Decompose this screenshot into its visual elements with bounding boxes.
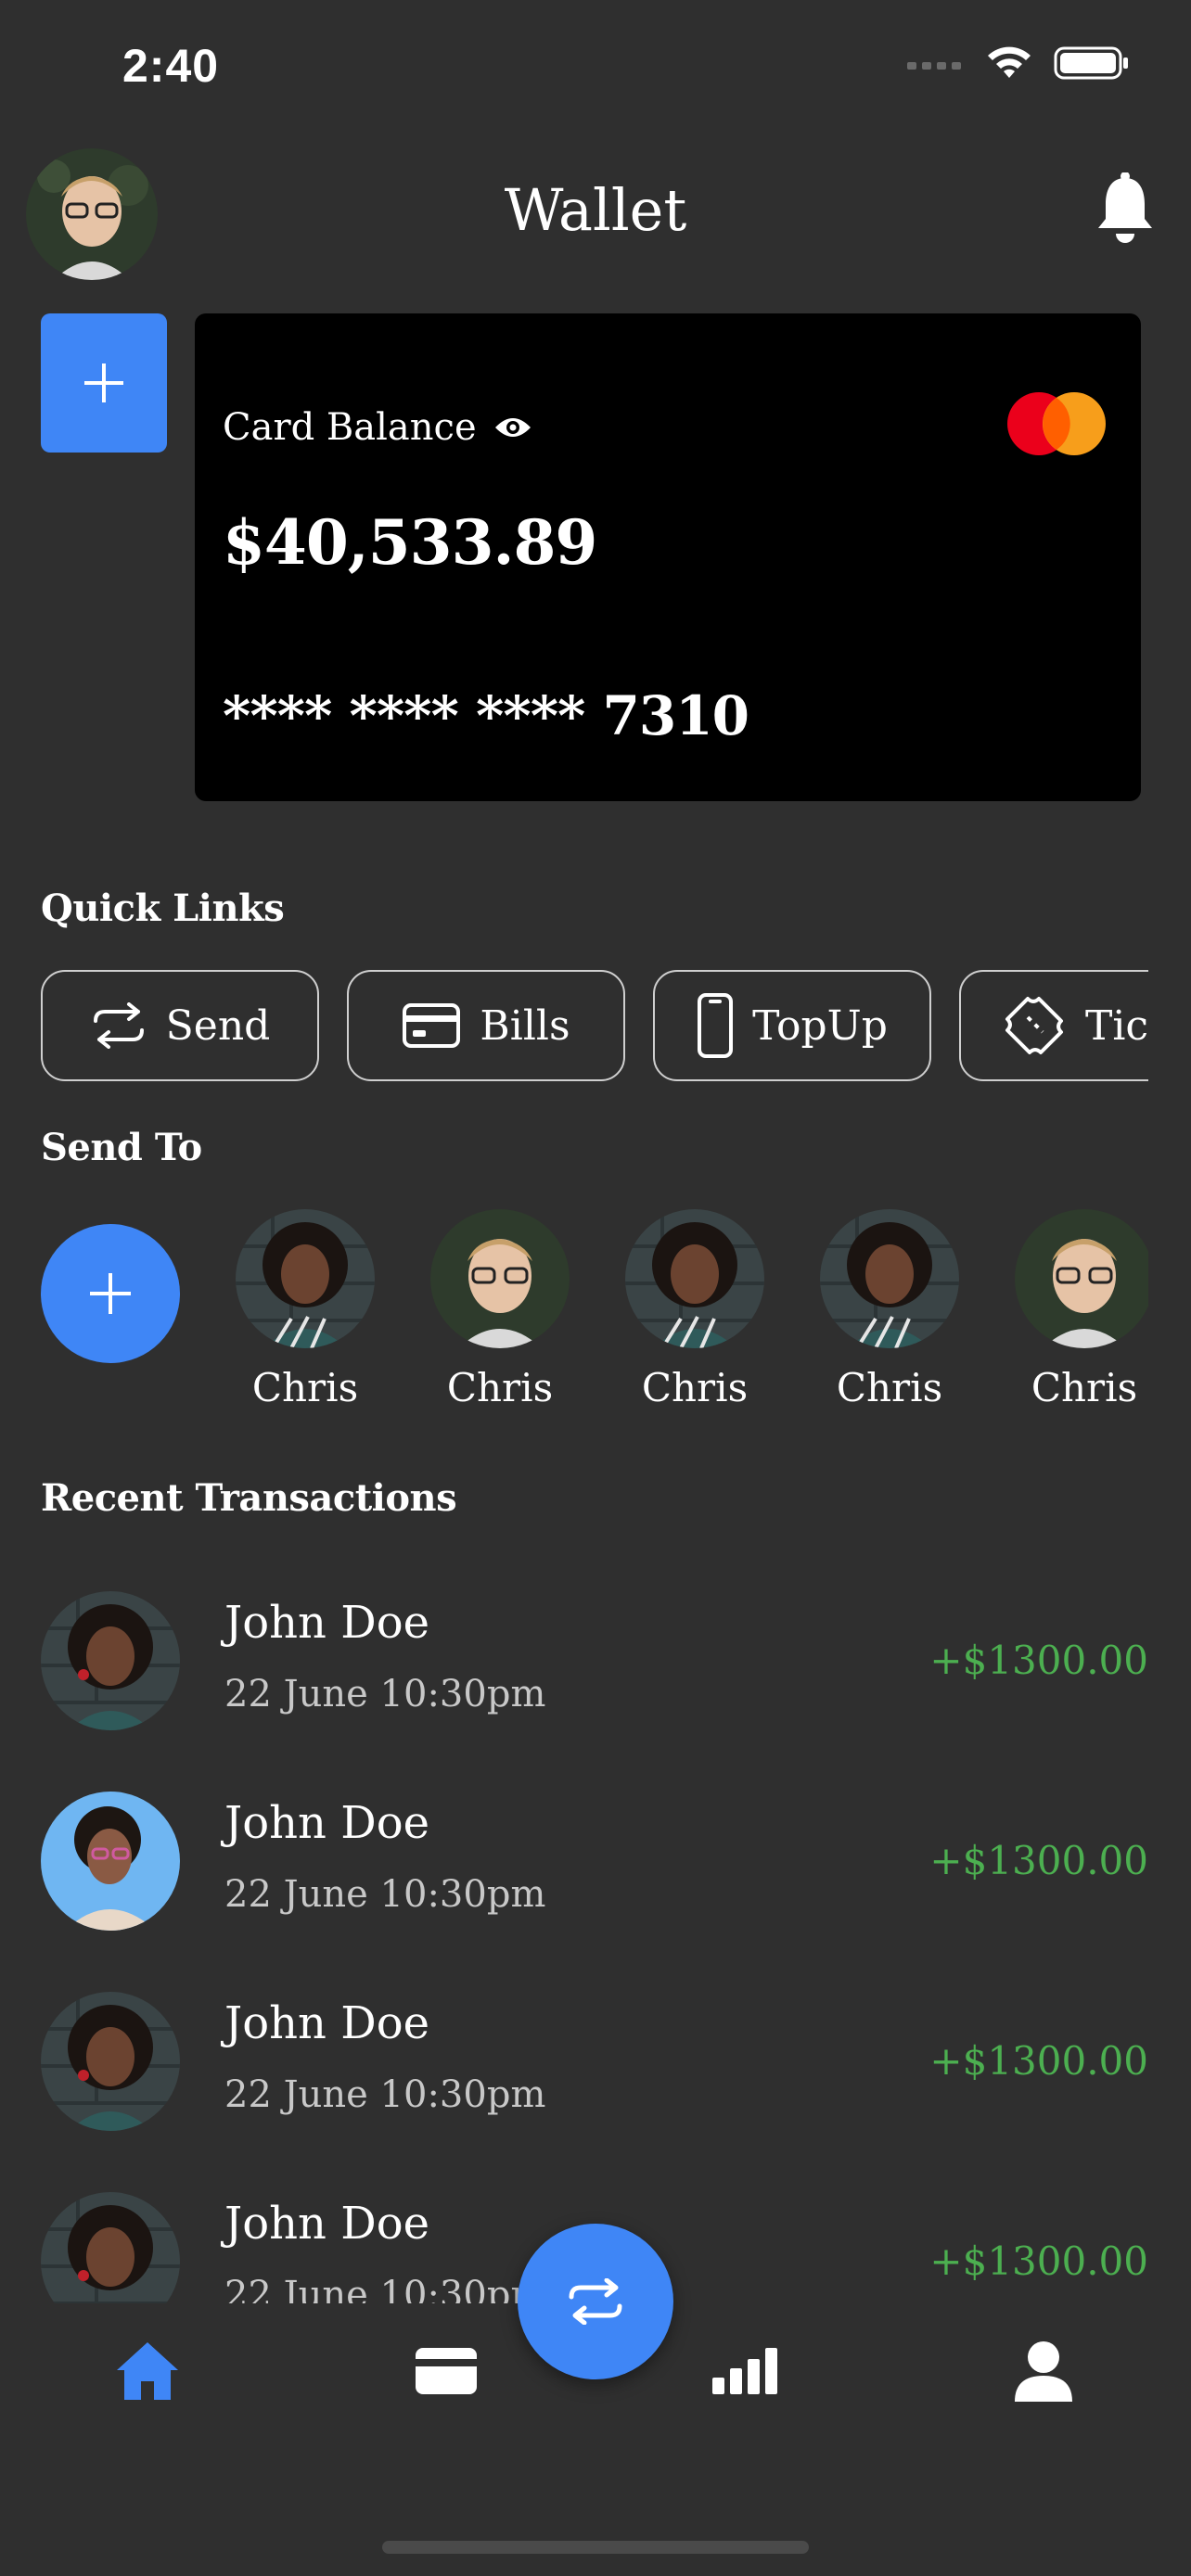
- signal-icon: [907, 62, 961, 70]
- transaction-amount: +$1300.00: [929, 1638, 1148, 1683]
- send-to-list: Chris Chris Chris Chris Chris: [41, 1205, 1148, 1428]
- status-icons: [907, 45, 1130, 82]
- plus-icon: [90, 1273, 131, 1314]
- recipient-item[interactable]: Chris: [820, 1209, 959, 1410]
- transaction-row[interactable]: John Doe 22 June 10:30pm +$1300.00: [41, 1986, 1148, 2135]
- wifi-icon: [988, 46, 1031, 78]
- quick-link-label: Tick: [1085, 1001, 1148, 1050]
- avatar: [820, 1209, 959, 1348]
- card-balance: $40,533.89: [223, 506, 597, 579]
- notification-bell-icon[interactable]: [1093, 172, 1158, 247]
- card-label-text: Card Balance: [223, 406, 477, 449]
- battery-icon: [1054, 46, 1128, 80]
- recipient-item[interactable]: Chris: [1015, 1209, 1148, 1410]
- balance-card[interactable]: Card Balance $40,533.89 **** **** **** 7…: [195, 313, 1141, 801]
- recipient-name: Chris: [1031, 1365, 1138, 1410]
- send-to-title: Send To: [41, 1126, 202, 1169]
- quick-link-topup[interactable]: TopUp: [653, 970, 931, 1081]
- transaction-name: John Doe: [224, 1997, 430, 2049]
- avatar: [625, 1209, 764, 1348]
- avatar: [236, 1209, 375, 1348]
- transaction-amount: +$1300.00: [929, 1838, 1148, 1883]
- transaction-name: John Doe: [224, 1597, 430, 1649]
- tab-cards[interactable]: [404, 2329, 488, 2413]
- quick-link-tickets[interactable]: Tick: [959, 970, 1148, 1081]
- avatar: [41, 1591, 180, 1730]
- transaction-amount: +$1300.00: [929, 2238, 1148, 2284]
- transaction-date: 22 June 10:30pm: [224, 2073, 546, 2116]
- add-card-button[interactable]: [41, 313, 167, 453]
- transfer-icon: [93, 1002, 144, 1049]
- ticket-icon: [1005, 997, 1063, 1054]
- transfer-icon: [569, 2278, 622, 2325]
- recipient-item[interactable]: Chris: [625, 1209, 764, 1410]
- transaction-amount: +$1300.00: [929, 2038, 1148, 2084]
- quick-link-send[interactable]: Send: [41, 970, 319, 1081]
- mastercard-logo-icon: [1007, 392, 1106, 455]
- home-indicator: [382, 2541, 809, 2554]
- card-icon: [403, 1003, 461, 1048]
- header: Wallet: [0, 139, 1191, 297]
- profile-icon: [1015, 2341, 1072, 2402]
- recipient-name: Chris: [446, 1365, 554, 1410]
- card-number: **** **** **** 7310: [223, 684, 749, 747]
- tab-profile[interactable]: [1002, 2329, 1085, 2413]
- home-icon: [117, 2342, 178, 2400]
- phone-icon: [698, 993, 734, 1058]
- transaction-row[interactable]: John Doe 22 June 10:30pm +$1300.00: [41, 1586, 1148, 1734]
- avatar: [41, 1992, 180, 2131]
- avatar: [1015, 1209, 1148, 1348]
- recipient-name: Chris: [836, 1365, 943, 1410]
- eye-icon[interactable]: [493, 414, 532, 440]
- plus-icon: [84, 363, 123, 402]
- avatar: [430, 1209, 570, 1348]
- chart-icon: [712, 2348, 777, 2394]
- status-bar: 2:40: [0, 0, 1191, 130]
- card-icon: [416, 2348, 477, 2394]
- avatar: [41, 1792, 180, 1931]
- transaction-date: 22 June 10:30pm: [224, 1673, 546, 1715]
- transaction-name: John Doe: [224, 2198, 430, 2250]
- recent-transactions-title: Recent Transactions: [41, 1476, 457, 1520]
- transaction-row[interactable]: John Doe 22 June 10:30pm +$1300.00: [41, 1786, 1148, 1934]
- transaction-date: 22 June 10:30pm: [224, 2274, 546, 2303]
- recipient-name: Chris: [641, 1365, 749, 1410]
- avatar: [41, 2192, 180, 2303]
- quick-link-label: Bills: [480, 1001, 570, 1050]
- recipient-item[interactable]: Chris: [430, 1209, 570, 1410]
- quick-link-bills[interactable]: Bills: [347, 970, 625, 1081]
- quick-links-title: Quick Links: [41, 886, 285, 930]
- tab-stats[interactable]: [703, 2329, 787, 2413]
- quick-links: Send Bills TopUp Tick: [41, 970, 1148, 1083]
- tab-home[interactable]: [106, 2329, 189, 2413]
- status-time: 2:40: [122, 40, 220, 92]
- transaction-list: John Doe 22 June 10:30pm +$1300.00 John …: [41, 1586, 1148, 2303]
- quick-link-label: Send: [165, 1001, 271, 1050]
- recipient-item[interactable]: Chris: [236, 1209, 375, 1410]
- transfer-fab-button[interactable]: [518, 2224, 673, 2379]
- add-recipient-button[interactable]: [41, 1224, 180, 1363]
- transaction-date: 22 June 10:30pm: [224, 1873, 546, 1916]
- card-balance-label: Card Balance: [223, 406, 532, 449]
- quick-link-label: TopUp: [752, 1001, 888, 1050]
- recipient-name: Chris: [251, 1365, 359, 1410]
- transaction-name: John Doe: [224, 1797, 430, 1849]
- page-title: Wallet: [504, 176, 687, 244]
